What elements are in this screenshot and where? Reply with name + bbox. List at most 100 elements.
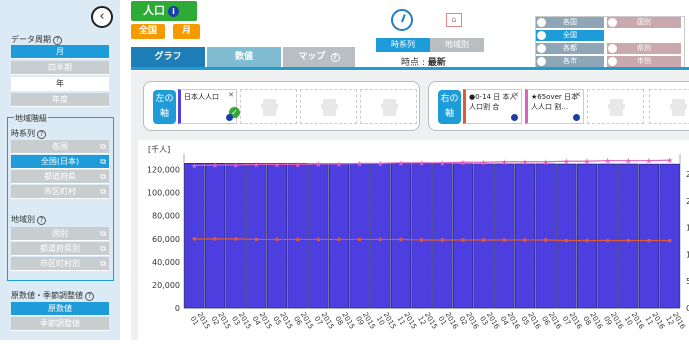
scope-by-pref[interactable]: 県別 xyxy=(607,43,681,54)
series-point: ★ xyxy=(625,157,632,166)
tag-national: 全国 xyxy=(131,24,165,39)
rg-prefecture[interactable]: 都道府県別 ⧉ xyxy=(11,242,109,256)
chart-bar xyxy=(452,163,474,309)
ts-prefecture[interactable]: 都道府県 ⧉ xyxy=(11,170,109,184)
help-icon[interactable]: ? xyxy=(37,216,46,225)
tab-map[interactable]: マップ ? xyxy=(283,47,355,68)
x-tick-label: 201603 xyxy=(478,311,501,335)
pref-icon xyxy=(537,44,546,53)
series-point xyxy=(523,238,527,242)
view-tab-region[interactable]: 地域別 xyxy=(430,38,484,52)
series-point: ★ xyxy=(211,161,218,170)
x-tick-label: 201610 xyxy=(623,311,646,335)
timeseries-heading: 時系列? xyxy=(11,128,46,139)
x-tick-label: 201602 xyxy=(457,311,480,335)
x-tick-label: 201508 xyxy=(333,311,356,334)
series-point xyxy=(275,237,279,242)
right-series-card-1[interactable]: ●0-14 日 本人人口割 合 ✕ xyxy=(463,89,522,124)
scope-each-pref[interactable]: 各都 xyxy=(536,43,604,54)
pref-icon xyxy=(608,44,617,53)
series-point: ★ xyxy=(542,158,549,167)
rg-country[interactable]: 国別 ⧉ xyxy=(11,227,109,241)
map-icon[interactable]: ⌂ xyxy=(446,13,462,27)
y-tick-left: 20,000 xyxy=(152,281,180,290)
adj-raw[interactable]: 原数値 xyxy=(11,302,109,316)
scope-countries[interactable]: 各国 xyxy=(536,17,604,28)
chart-bar xyxy=(225,163,246,309)
chart-bar xyxy=(473,163,494,309)
left-series-card[interactable]: 日本人人口 ✕ ✓ xyxy=(178,89,240,124)
back-button[interactable]: ‹ xyxy=(91,6,113,28)
series-point xyxy=(316,237,321,242)
y-tick-left: 120,000 xyxy=(147,166,180,175)
info-icon[interactable] xyxy=(226,114,233,121)
add-series-slot[interactable] xyxy=(240,89,297,124)
series-point: ★ xyxy=(335,160,342,169)
x-tick-label: 201502 xyxy=(209,311,232,334)
x-tick-label: 201501 xyxy=(189,311,212,334)
scope-by-city[interactable]: 市別 xyxy=(607,56,681,67)
y-tick-left: 60,000 xyxy=(152,235,180,244)
x-tick-label: 201609 xyxy=(602,311,625,335)
add-series-slot[interactable] xyxy=(360,89,417,124)
x-tick-label: 201510 xyxy=(375,311,398,334)
right-series-card-2[interactable]: ★65over 日本人人口 割… ✕ xyxy=(525,89,584,124)
sidebar: ‹ データ周期? 月 四半期 年 年度 地域階級 時系列? 各国 ⧉ 全国(日本)… xyxy=(0,0,120,340)
help-icon[interactable]: ? xyxy=(37,130,46,139)
tab-values[interactable]: 数値 xyxy=(207,47,281,68)
chart-bar xyxy=(390,163,412,309)
scope-each-city[interactable]: 各市 xyxy=(536,56,604,67)
period-month[interactable]: 月 xyxy=(11,45,109,59)
series-point: ★ xyxy=(191,162,198,171)
series-point: ★ xyxy=(377,159,384,168)
ts-national[interactable]: 全国(日本) ⧉ xyxy=(11,155,109,169)
adj-seasonal[interactable]: 季節調整値 xyxy=(11,317,109,331)
tag-month: 月 xyxy=(173,24,200,39)
chart-bar xyxy=(618,163,639,309)
series-point: ★ xyxy=(480,158,487,167)
add-series-slot[interactable] xyxy=(300,89,357,124)
add-series-slot[interactable] xyxy=(649,89,689,124)
japan-map-icon xyxy=(537,31,546,40)
series-point xyxy=(419,238,424,242)
series-point: ★ xyxy=(604,157,611,166)
series-point xyxy=(213,237,217,241)
close-icon[interactable]: ✕ xyxy=(513,90,519,100)
x-tick-label: 201611 xyxy=(643,311,666,335)
ts-countries[interactable]: 各国 ⧉ xyxy=(11,140,109,154)
x-tick-label: 201511 xyxy=(395,311,418,334)
series-point xyxy=(378,237,383,242)
close-icon[interactable]: ✕ xyxy=(228,90,234,100)
period-fiscal-year[interactable]: 年度 xyxy=(11,93,109,107)
help-icon[interactable]: ? xyxy=(85,292,94,301)
series-point: ★ xyxy=(418,159,425,168)
series-point: ★ xyxy=(459,158,466,167)
city-icon xyxy=(537,57,546,66)
right-axis-box: 右の軸 ●0-14 日 本人人口割 合 ✕ ★65over 日本人人口 割… ✕ xyxy=(428,81,689,131)
period-quarter[interactable]: 四半期 xyxy=(11,61,109,75)
chart-bar xyxy=(204,163,226,309)
view-tab-timeseries[interactable]: 時系列 xyxy=(376,38,430,52)
info-icon[interactable] xyxy=(573,114,580,121)
scope-national[interactable]: 全国 xyxy=(536,30,604,41)
info-icon[interactable]: i xyxy=(168,6,179,17)
add-series-slot[interactable] xyxy=(587,89,644,124)
help-icon: ? xyxy=(330,53,340,62)
close-icon[interactable]: ✕ xyxy=(575,90,581,100)
tab-graph[interactable]: グラフ xyxy=(131,47,205,68)
series-point xyxy=(192,237,197,241)
rg-municipality[interactable]: 市区町村別 ⧉ xyxy=(11,257,109,271)
series-point: ★ xyxy=(501,158,508,167)
scope-by-country[interactable]: 国別 xyxy=(607,17,681,28)
globe-icon xyxy=(608,18,617,27)
external-link-icon: ⧉ xyxy=(100,244,106,253)
info-icon[interactable] xyxy=(511,114,518,121)
chart-bar xyxy=(411,163,432,309)
series-point xyxy=(461,238,465,242)
help-icon[interactable]: ? xyxy=(53,36,62,45)
clock-icon[interactable] xyxy=(391,9,413,31)
series-point: ★ xyxy=(315,160,322,169)
period-year[interactable]: 年 xyxy=(11,77,109,91)
y-tick-left: 40,000 xyxy=(152,258,180,267)
ts-municipality[interactable]: 市区町村 ⧉ xyxy=(11,185,109,199)
